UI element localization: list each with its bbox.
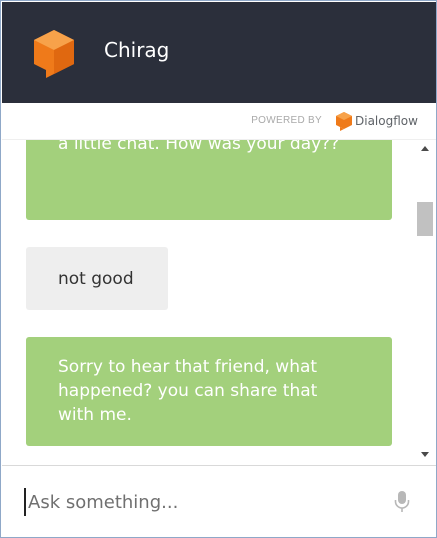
message-text: not good bbox=[58, 269, 134, 289]
dialogflow-cube-icon bbox=[34, 30, 74, 78]
message-input[interactable] bbox=[24, 488, 384, 516]
bot-name: Chirag bbox=[104, 38, 170, 62]
chat-scrollbar[interactable] bbox=[415, 140, 436, 465]
input-bar bbox=[2, 465, 436, 537]
message-list[interactable]: treat me as a friend and we can have a l… bbox=[2, 140, 414, 465]
chat-widget: Chirag POWERED BY Dialogflow treat me as… bbox=[0, 0, 437, 538]
user-message: not good bbox=[26, 247, 168, 310]
dialogflow-brand: Dialogflow bbox=[355, 114, 418, 128]
powered-by-label: POWERED BY bbox=[251, 115, 322, 126]
microphone-icon[interactable] bbox=[394, 490, 410, 514]
bot-message: Sorry to hear that friend, what happened… bbox=[26, 337, 392, 446]
message-text: Sorry to hear that friend, what happened… bbox=[58, 357, 318, 425]
message-text: treat me as a friend and we can have a l… bbox=[58, 140, 340, 154]
scroll-up-arrow-icon[interactable] bbox=[421, 146, 429, 151]
scroll-thumb[interactable] bbox=[417, 202, 433, 236]
chat-header: Chirag bbox=[2, 2, 436, 103]
scroll-down-arrow-icon[interactable] bbox=[421, 452, 429, 457]
dialogflow-icon bbox=[336, 112, 352, 131]
powered-by-bar: POWERED BY Dialogflow bbox=[2, 103, 436, 140]
bot-message: treat me as a friend and we can have a l… bbox=[26, 140, 392, 220]
